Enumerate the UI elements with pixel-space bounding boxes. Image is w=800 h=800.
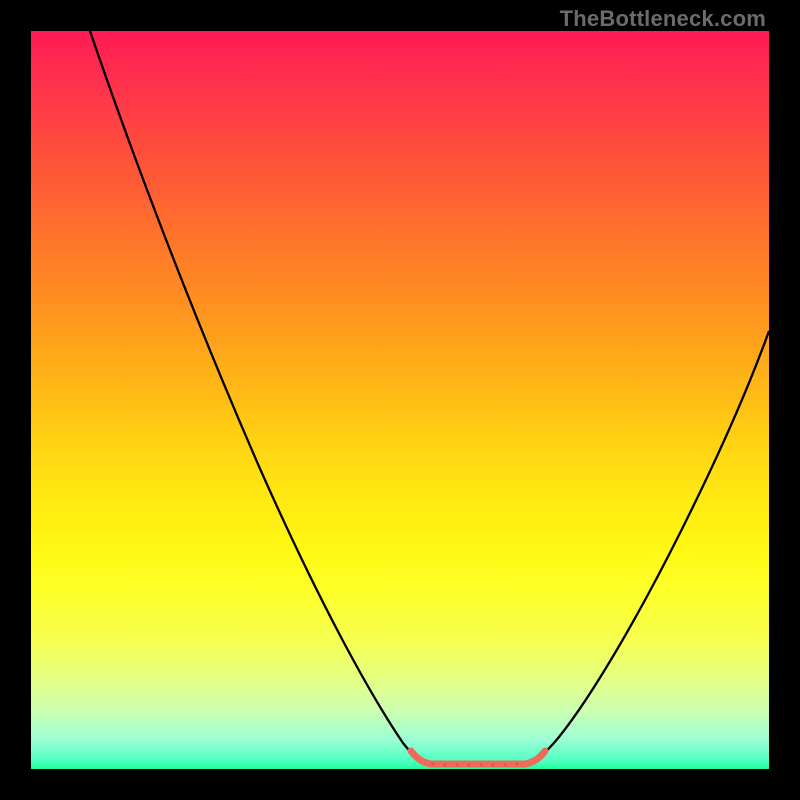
attribution-watermark: TheBottleneck.com (560, 6, 766, 32)
bottleneck-curve-right (527, 331, 769, 764)
bottleneck-curve-left (90, 31, 429, 764)
optimal-band (411, 751, 545, 764)
chart-frame: TheBottleneck.com (0, 0, 800, 800)
curve-overlay (31, 31, 769, 769)
plot-area (31, 31, 769, 769)
